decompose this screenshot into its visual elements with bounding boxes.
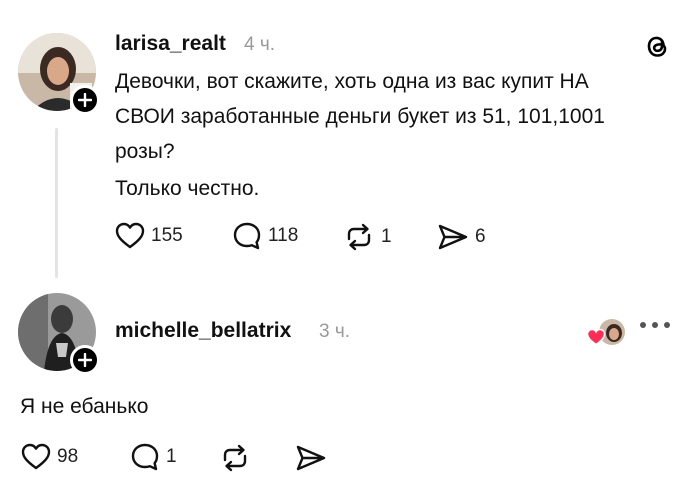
repost-icon: [347, 223, 371, 251]
post-time: 4 ч.: [244, 34, 276, 55]
heart-icon: [586, 328, 606, 351]
thread-line: [55, 128, 58, 278]
repost-button[interactable]: [219, 443, 251, 473]
like-button[interactable]: 98: [21, 443, 78, 471]
follow-button[interactable]: [70, 345, 100, 375]
repost-count: 1: [381, 226, 392, 247]
plus-icon: [78, 93, 92, 107]
post-text-line: Только честно.: [115, 177, 260, 200]
comment-count: 118: [268, 225, 299, 246]
like-count: 98: [57, 446, 79, 467]
post-text-line: Девочки, вот скажите, хоть одна из вас к…: [115, 70, 589, 93]
heart-icon: [115, 222, 145, 249]
more-dots-icon[interactable]: [640, 322, 676, 328]
share-count: 6: [475, 226, 486, 247]
comment-button[interactable]: 118: [232, 221, 298, 251]
repost-button[interactable]: 1: [343, 222, 392, 252]
plus-icon: [78, 353, 92, 367]
share-button[interactable]: 6: [437, 223, 486, 251]
send-icon: [438, 224, 468, 250]
follow-button[interactable]: [70, 85, 100, 115]
send-icon: [296, 445, 326, 471]
comment-count: 1: [166, 446, 177, 467]
like-count: 155: [151, 225, 183, 246]
heart-icon: [21, 443, 51, 470]
reply-time: 3 ч.: [319, 321, 351, 342]
like-button[interactable]: 155: [115, 222, 183, 250]
post-text-line: розы?: [115, 140, 175, 163]
comment-bubble-icon: [131, 443, 159, 471]
comment-button[interactable]: 1: [130, 442, 177, 472]
comment-bubble-icon: [233, 222, 261, 250]
post-username[interactable]: larisa_realt: [115, 32, 226, 56]
repost-icon: [223, 444, 247, 472]
threads-logo-icon[interactable]: [643, 30, 671, 67]
reply-username[interactable]: michelle_bellatrix: [115, 319, 291, 343]
post-text-line: СВОИ заработанные деньги букет из 51, 10…: [115, 105, 605, 128]
reply-text: Я не ебанько: [20, 395, 149, 418]
share-button[interactable]: [295, 444, 327, 472]
